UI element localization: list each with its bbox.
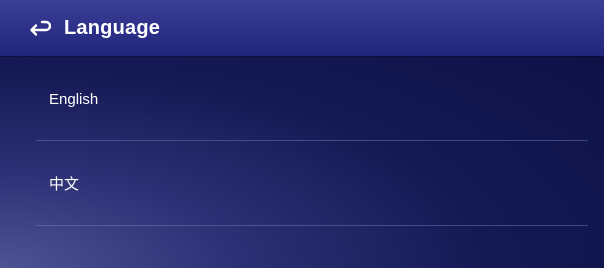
page-title: Language <box>64 17 161 39</box>
header-bar: Language <box>0 0 604 56</box>
language-option-chinese[interactable]: 中文 <box>36 141 588 226</box>
language-option-label: 中文 <box>49 176 80 193</box>
language-settings-screen: Language English 中文 <box>0 0 604 268</box>
return-arrow-icon[interactable] <box>27 20 51 38</box>
language-option-english[interactable]: English <box>36 56 588 141</box>
language-option-label: English <box>49 91 99 108</box>
